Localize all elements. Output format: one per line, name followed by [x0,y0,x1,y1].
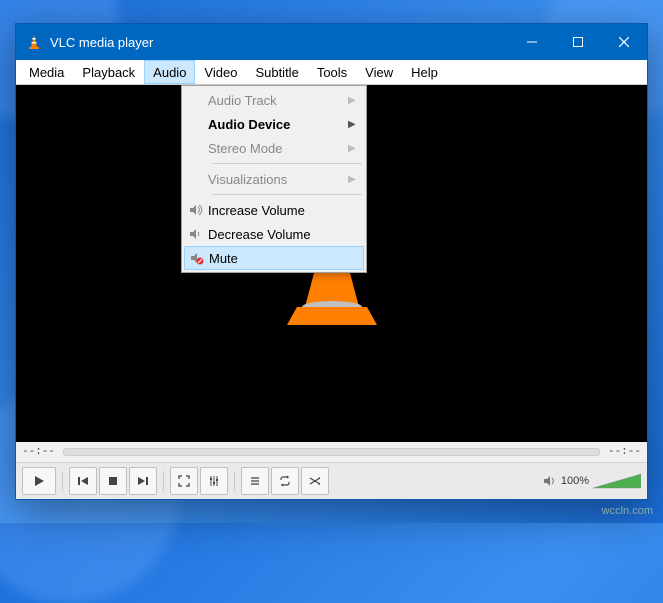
submenu-arrow-icon: ▶ [348,143,364,154]
volume-percent: 100% [561,475,589,487]
maximize-button[interactable] [555,24,601,60]
mute-icon [185,251,209,265]
dd-mute[interactable]: Mute [184,246,364,270]
speaker-icon[interactable] [543,474,557,488]
shuffle-button[interactable] [301,467,329,495]
close-button[interactable] [601,24,647,60]
fullscreen-button[interactable] [170,467,198,495]
menu-playback[interactable]: Playback [73,60,144,84]
seek-track[interactable] [63,448,600,456]
time-total: --:-- [608,446,641,458]
menu-media[interactable]: Media [20,60,73,84]
stop-button[interactable] [99,467,127,495]
dd-stereo-mode[interactable]: Stereo Mode ▶ [184,136,364,160]
window-title: VLC media player [50,35,509,50]
app-window: VLC media player Media Playback Audio Vi… [15,23,648,500]
menu-view[interactable]: View [356,60,402,84]
volume-slider[interactable] [593,472,641,490]
menu-audio[interactable]: Audio [144,60,195,84]
prev-button[interactable] [69,467,97,495]
menu-help[interactable]: Help [402,60,447,84]
loop-button[interactable] [271,467,299,495]
dd-audio-device[interactable]: Audio Device ▶ [184,112,364,136]
audio-dropdown: Audio Track ▶ Audio Device ▶ Stereo Mode… [181,85,367,273]
volume-down-icon [184,227,208,241]
dd-decrease-volume[interactable]: Decrease Volume [184,222,364,246]
next-button[interactable] [129,467,157,495]
submenu-arrow-icon: ▶ [348,174,364,185]
menu-tools[interactable]: Tools [308,60,356,84]
menu-video[interactable]: Video [195,60,246,84]
seek-bar: --:-- --:-- [16,442,647,462]
submenu-arrow-icon: ▶ [348,119,364,130]
dd-visualizations[interactable]: Visualizations ▶ [184,167,364,191]
titlebar: VLC media player [16,24,647,60]
ext-settings-button[interactable] [200,467,228,495]
dd-audio-track[interactable]: Audio Track ▶ [184,88,364,112]
minimize-button[interactable] [509,24,555,60]
play-button[interactable] [22,467,56,495]
volume-up-icon [184,203,208,217]
submenu-arrow-icon: ▶ [348,95,364,106]
vlc-cone-icon [26,34,42,50]
control-bar: 100% [16,462,647,499]
menu-subtitle[interactable]: Subtitle [246,60,307,84]
watermark: wccln.com [602,505,653,517]
time-current: --:-- [22,446,55,458]
dd-increase-volume[interactable]: Increase Volume [184,198,364,222]
menu-bar: Media Playback Audio Video Subtitle Tool… [16,60,647,85]
playlist-button[interactable] [241,467,269,495]
